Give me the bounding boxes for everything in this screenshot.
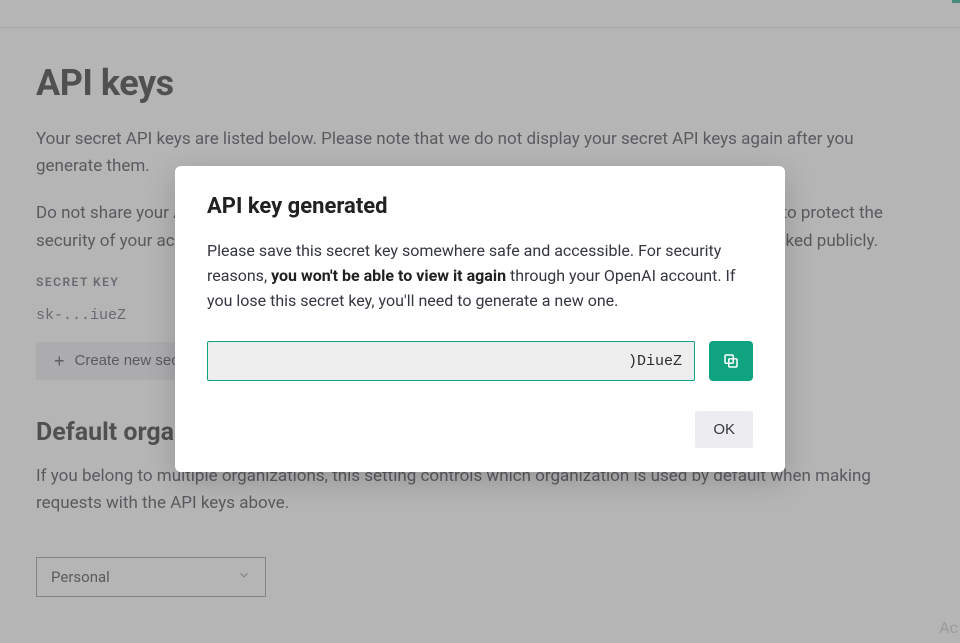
copy-key-button[interactable] [709, 341, 753, 381]
activate-hint: Ac [939, 618, 958, 637]
ok-button[interactable]: OK [695, 411, 753, 448]
api-key-generated-modal: API key generated Please save this secre… [175, 166, 785, 472]
generated-key-input[interactable] [207, 341, 695, 381]
modal-title: API key generated [207, 194, 753, 219]
copy-icon [722, 352, 740, 370]
modal-footer: OK [207, 411, 753, 448]
key-row [207, 341, 753, 381]
modal-text-strong: you won't be able to view it again [271, 266, 506, 285]
modal-description: Please save this secret key somewhere sa… [207, 239, 753, 313]
